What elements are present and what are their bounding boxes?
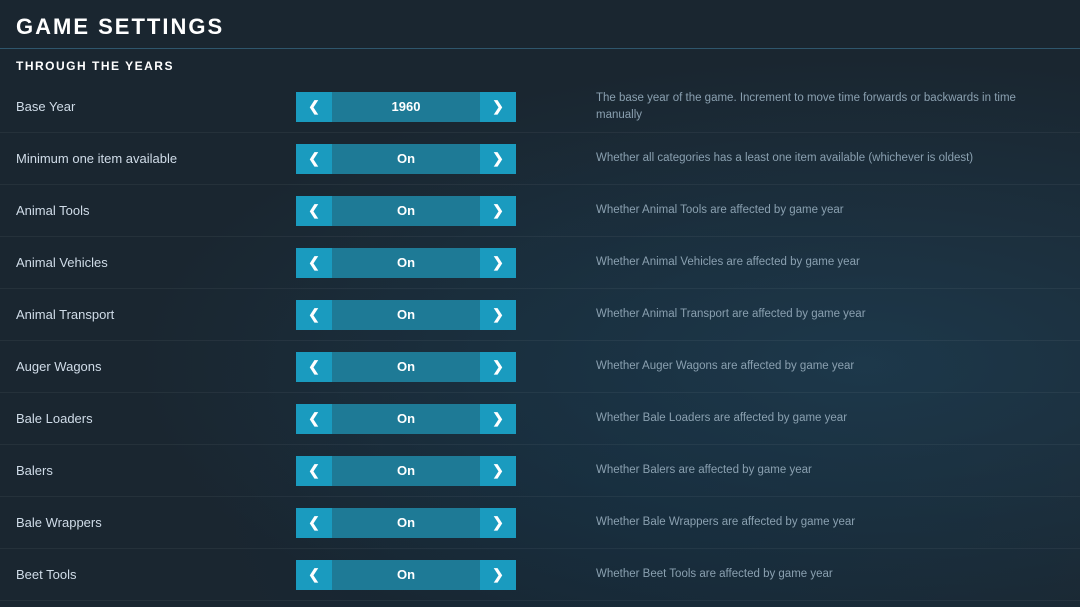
setting-value-balers: On <box>332 456 480 486</box>
decrement-btn-base-year[interactable] <box>296 92 332 122</box>
chevron-right-icon <box>492 514 504 531</box>
setting-desc-base-year: The base year of the game. Increment to … <box>516 90 1064 122</box>
setting-desc-animal-transport: Whether Animal Transport are affected by… <box>516 306 1064 322</box>
setting-label-animal-vehicles: Animal Vehicles <box>16 255 296 270</box>
chevron-left-icon <box>308 254 320 271</box>
setting-row: Animal Vehicles On Whether Animal Vehicl… <box>0 237 1080 289</box>
chevron-left-icon <box>308 358 320 375</box>
setting-label-animal-tools: Animal Tools <box>16 203 296 218</box>
page-title: GAME SETTINGS <box>0 0 1080 48</box>
setting-row: Animal Transport On Whether Animal Trans… <box>0 289 1080 341</box>
increment-btn-animal-vehicles[interactable] <box>480 248 516 278</box>
chevron-left-icon <box>308 306 320 323</box>
increment-btn-min-item[interactable] <box>480 144 516 174</box>
setting-value-bale-wrappers: On <box>332 508 480 538</box>
setting-desc-bale-loaders: Whether Bale Loaders are affected by gam… <box>516 410 1064 426</box>
chevron-right-icon <box>492 462 504 479</box>
decrement-btn-bale-wrappers[interactable] <box>296 508 332 538</box>
chevron-left-icon <box>308 202 320 219</box>
setting-label-bale-loaders: Bale Loaders <box>16 411 296 426</box>
setting-value-auger-wagons: On <box>332 352 480 382</box>
setting-value-base-year: 1960 <box>332 92 480 122</box>
chevron-right-icon <box>492 98 504 115</box>
setting-value-animal-tools: On <box>332 196 480 226</box>
chevron-right-icon <box>492 254 504 271</box>
setting-label-base-year: Base Year <box>16 99 296 114</box>
section-header: THROUGH THE YEARS <box>0 49 1080 81</box>
page-container: GAME SETTINGS THROUGH THE YEARS Base Yea… <box>0 0 1080 607</box>
increment-btn-bale-wrappers[interactable] <box>480 508 516 538</box>
setting-value-animal-transport: On <box>332 300 480 330</box>
setting-control-bale-wrappers: On <box>296 508 516 538</box>
decrement-btn-animal-vehicles[interactable] <box>296 248 332 278</box>
setting-row: Bale Wrappers On Whether Bale Wrappers a… <box>0 497 1080 549</box>
setting-row: Beet Tools On Whether Beet Tools are aff… <box>0 549 1080 601</box>
setting-label-animal-transport: Animal Transport <box>16 307 296 322</box>
chevron-right-icon <box>492 358 504 375</box>
setting-label-beet-tools: Beet Tools <box>16 567 296 582</box>
setting-control-animal-tools: On <box>296 196 516 226</box>
increment-btn-auger-wagons[interactable] <box>480 352 516 382</box>
chevron-right-icon <box>492 306 504 323</box>
chevron-left-icon <box>308 462 320 479</box>
increment-btn-balers[interactable] <box>480 456 516 486</box>
setting-row: Base Year 1960 The base year of the game… <box>0 81 1080 133</box>
setting-row: Minimum one item available On Whether al… <box>0 133 1080 185</box>
decrement-btn-balers[interactable] <box>296 456 332 486</box>
chevron-right-icon <box>492 566 504 583</box>
decrement-btn-bale-loaders[interactable] <box>296 404 332 434</box>
chevron-left-icon <box>308 98 320 115</box>
setting-control-animal-transport: On <box>296 300 516 330</box>
decrement-btn-beet-tools[interactable] <box>296 560 332 590</box>
setting-value-bale-loaders: On <box>332 404 480 434</box>
setting-desc-animal-tools: Whether Animal Tools are affected by gam… <box>516 202 1064 218</box>
increment-btn-beet-tools[interactable] <box>480 560 516 590</box>
increment-btn-animal-transport[interactable] <box>480 300 516 330</box>
setting-control-balers: On <box>296 456 516 486</box>
content-area: THROUGH THE YEARS Base Year 1960 The bas… <box>0 49 1080 607</box>
chevron-left-icon <box>308 514 320 531</box>
chevron-left-icon <box>308 410 320 427</box>
chevron-right-icon <box>492 410 504 427</box>
setting-control-min-item: On <box>296 144 516 174</box>
setting-label-auger-wagons: Auger Wagons <box>16 359 296 374</box>
setting-row: Auger Wagons On Whether Auger Wagons are… <box>0 341 1080 393</box>
setting-value-min-item: On <box>332 144 480 174</box>
chevron-right-icon <box>492 150 504 167</box>
setting-control-beet-tools: On <box>296 560 516 590</box>
increment-btn-base-year[interactable] <box>480 92 516 122</box>
increment-btn-animal-tools[interactable] <box>480 196 516 226</box>
settings-panel[interactable]: THROUGH THE YEARS Base Year 1960 The bas… <box>0 49 1080 607</box>
setting-desc-beet-tools: Whether Beet Tools are affected by game … <box>516 566 1064 582</box>
decrement-btn-animal-tools[interactable] <box>296 196 332 226</box>
decrement-btn-auger-wagons[interactable] <box>296 352 332 382</box>
setting-value-animal-vehicles: On <box>332 248 480 278</box>
setting-desc-balers: Whether Balers are affected by game year <box>516 462 1064 478</box>
setting-value-beet-tools: On <box>332 560 480 590</box>
setting-row: Bale Loaders On Whether Bale Loaders are… <box>0 393 1080 445</box>
setting-control-base-year: 1960 <box>296 92 516 122</box>
setting-control-auger-wagons: On <box>296 352 516 382</box>
setting-label-bale-wrappers: Bale Wrappers <box>16 515 296 530</box>
setting-row: Balers On Whether Balers are affected by… <box>0 445 1080 497</box>
chevron-left-icon <box>308 150 320 167</box>
setting-desc-bale-wrappers: Whether Bale Wrappers are affected by ga… <box>516 514 1064 530</box>
setting-row: Animal Tools On Whether Animal Tools are… <box>0 185 1080 237</box>
chevron-left-icon <box>308 566 320 583</box>
decrement-btn-min-item[interactable] <box>296 144 332 174</box>
decrement-btn-animal-transport[interactable] <box>296 300 332 330</box>
chevron-right-icon <box>492 202 504 219</box>
setting-label-min-item: Minimum one item available <box>16 151 296 166</box>
setting-label-balers: Balers <box>16 463 296 478</box>
setting-control-animal-vehicles: On <box>296 248 516 278</box>
setting-desc-auger-wagons: Whether Auger Wagons are affected by gam… <box>516 358 1064 374</box>
setting-desc-min-item: Whether all categories has a least one i… <box>516 150 1064 166</box>
increment-btn-bale-loaders[interactable] <box>480 404 516 434</box>
setting-control-bale-loaders: On <box>296 404 516 434</box>
setting-desc-animal-vehicles: Whether Animal Vehicles are affected by … <box>516 254 1064 270</box>
